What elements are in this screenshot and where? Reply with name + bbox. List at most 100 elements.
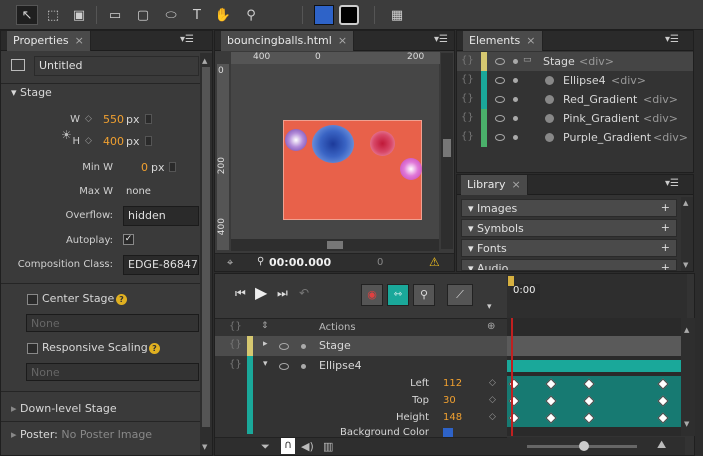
code-brace-icon[interactable]: {}	[461, 112, 474, 123]
center-stage-checkbox[interactable]	[27, 294, 38, 305]
dropdown-icon[interactable]: ▾	[487, 302, 492, 312]
overflow-color-swatch[interactable]	[339, 5, 359, 25]
responsive-scaling-checkbox[interactable]	[27, 343, 38, 354]
width-toggle[interactable]	[145, 114, 152, 124]
close-icon[interactable]: ×	[338, 34, 347, 47]
go-to-end-icon[interactable]: ⏭	[277, 286, 288, 301]
pink-gradient-ball[interactable]	[400, 158, 422, 180]
transform-icon[interactable]: ⬚	[42, 5, 64, 25]
magnet-icon[interactable]: ∩	[281, 438, 295, 454]
grid-icon[interactable]: ▦	[386, 5, 408, 25]
eye-icon[interactable]	[495, 96, 505, 103]
properties-scrollbar[interactable]: ▲ ▼	[200, 53, 212, 455]
play-icon[interactable]: ▶	[255, 283, 267, 302]
property-value[interactable]: 148	[443, 412, 462, 423]
select-icon[interactable]: ↖	[16, 5, 38, 25]
keyframe-diamond-icon[interactable]: ◇	[85, 114, 92, 124]
library-item-images[interactable]: ▾ Images +	[461, 199, 677, 217]
zoom-icon[interactable]: ⚲	[240, 5, 262, 25]
timeline-scrollbar[interactable]: ▲ ▼	[681, 318, 695, 436]
scroll-thumb[interactable]	[202, 67, 210, 427]
property-row-height[interactable]: Height 148 ◇	[215, 410, 507, 427]
lock-dot-icon[interactable]	[513, 78, 518, 83]
max-width-value[interactable]: none	[126, 186, 151, 197]
lock-dot-icon[interactable]	[513, 59, 518, 64]
purple-gradient-ball[interactable]	[285, 129, 307, 151]
stage-section[interactable]: ▾ Stage	[11, 86, 52, 99]
code-brace-icon[interactable]: {}	[461, 74, 474, 85]
hand-icon[interactable]: ✋	[212, 5, 234, 25]
playhead-time[interactable]: 00:00.000	[269, 256, 331, 269]
close-icon[interactable]: ×	[75, 34, 84, 47]
keyframe-diamond-icon[interactable]: ◇	[85, 136, 92, 146]
tab-properties[interactable]: Properties ×	[7, 31, 91, 51]
auto-transition-icon[interactable]: ⇿	[387, 284, 409, 306]
library-scrollbar[interactable]: ▲ ▼	[681, 197, 693, 271]
min-width-value[interactable]: 0	[141, 161, 148, 174]
keyframe-diamond-icon[interactable]: ◇	[489, 378, 496, 388]
element-row-pink-gradient[interactable]: {} Pink_Gradient <div>	[457, 109, 693, 128]
code-brace-icon[interactable]: {}	[229, 359, 242, 370]
code-brace-icon[interactable]: {}	[461, 55, 474, 66]
grid-icon[interactable]: ▥	[323, 440, 333, 453]
lock-dot-icon[interactable]	[513, 97, 518, 102]
width-value[interactable]: 550	[103, 113, 124, 126]
lock-dot-icon[interactable]	[301, 344, 306, 349]
height-toggle[interactable]	[145, 136, 152, 146]
element-row-red-gradient[interactable]: {} Red_Gradient <div>	[457, 90, 693, 109]
zoom-icon[interactable]: ⚲	[257, 256, 264, 267]
height-unit[interactable]: px	[126, 135, 140, 148]
keyframe-diamond-icon[interactable]: ◇	[489, 412, 496, 422]
element-row-purple-gradient[interactable]: {} Purple_Gradient <div>	[457, 128, 693, 147]
easing-icon[interactable]: ⟋	[447, 284, 473, 306]
go-to-start-icon[interactable]: ⏮	[235, 286, 246, 301]
pin-icon[interactable]: ⚲	[413, 284, 435, 306]
audio-icon[interactable]: ◀)	[301, 440, 314, 453]
keyframe-diamond-icon[interactable]: ◇	[489, 395, 496, 405]
title-field[interactable]: Untitled	[34, 56, 199, 76]
add-icon[interactable]: +	[661, 221, 670, 234]
expand-icon[interactable]: ▸	[263, 339, 268, 349]
close-icon[interactable]: ×	[511, 178, 520, 191]
timeline-row-ellipse4[interactable]: {} ▾ Ellipse4	[215, 356, 507, 376]
property-value[interactable]: 30	[443, 395, 456, 406]
library-item-fonts[interactable]: ▾ Fonts +	[461, 239, 677, 257]
crosshair-icon[interactable]: ⌖	[227, 256, 233, 270]
add-action-icon[interactable]: ⊕	[487, 321, 495, 332]
code-brace-icon[interactable]: {}	[461, 93, 474, 104]
library-item-audio[interactable]: ▾ Audio +	[461, 259, 677, 271]
downlevel-section[interactable]: ▸ Down-level Stage	[11, 402, 117, 415]
rectangle-icon[interactable]: ▭	[104, 5, 126, 25]
scroll-thumb[interactable]	[443, 139, 451, 157]
clipping-icon[interactable]: ▣	[68, 5, 90, 25]
overflow-select[interactable]: hidden	[123, 206, 199, 226]
autoplay-checkbox[interactable]: ✓	[123, 234, 134, 245]
filter-icon[interactable]: ⇕	[261, 321, 269, 331]
width-unit[interactable]: px	[126, 113, 140, 126]
text-icon[interactable]: T	[186, 5, 208, 25]
auto-keyframe-icon[interactable]: ◉	[361, 284, 383, 306]
panel-menu-icon[interactable]: ▾☰	[665, 34, 679, 45]
ellipse4-track[interactable]	[507, 360, 685, 372]
stage-canvas-area[interactable]	[231, 64, 439, 250]
code-brace-icon[interactable]: {}	[229, 321, 242, 332]
poster-section[interactable]: ▸ Poster: No Poster Image	[11, 428, 152, 441]
add-icon[interactable]: +	[661, 201, 670, 214]
stage-color-swatch[interactable]	[314, 5, 334, 25]
min-width-unit[interactable]: px	[151, 161, 165, 174]
ellipse4-ball[interactable]	[312, 125, 354, 163]
add-icon[interactable]: +	[661, 261, 670, 270]
tab-library[interactable]: Library ×	[461, 175, 528, 195]
ellipse-icon[interactable]: ⬭	[160, 5, 182, 25]
stage-canvas[interactable]	[283, 120, 422, 220]
panel-menu-icon[interactable]: ▾☰	[180, 34, 194, 45]
timeline-track-area[interactable]	[507, 318, 685, 436]
height-value[interactable]: 400	[103, 135, 124, 148]
library-item-symbols[interactable]: ▾ Symbols +	[461, 219, 677, 237]
tab-bouncingballs[interactable]: bouncingballs.html ×	[221, 31, 355, 51]
responsive-scaling-select[interactable]: None	[26, 363, 199, 381]
tab-elements[interactable]: Elements ×	[463, 31, 543, 51]
help-icon[interactable]: ?	[149, 343, 160, 354]
panel-menu-icon[interactable]: ▾☰	[434, 34, 448, 45]
stage-track[interactable]	[507, 336, 685, 356]
